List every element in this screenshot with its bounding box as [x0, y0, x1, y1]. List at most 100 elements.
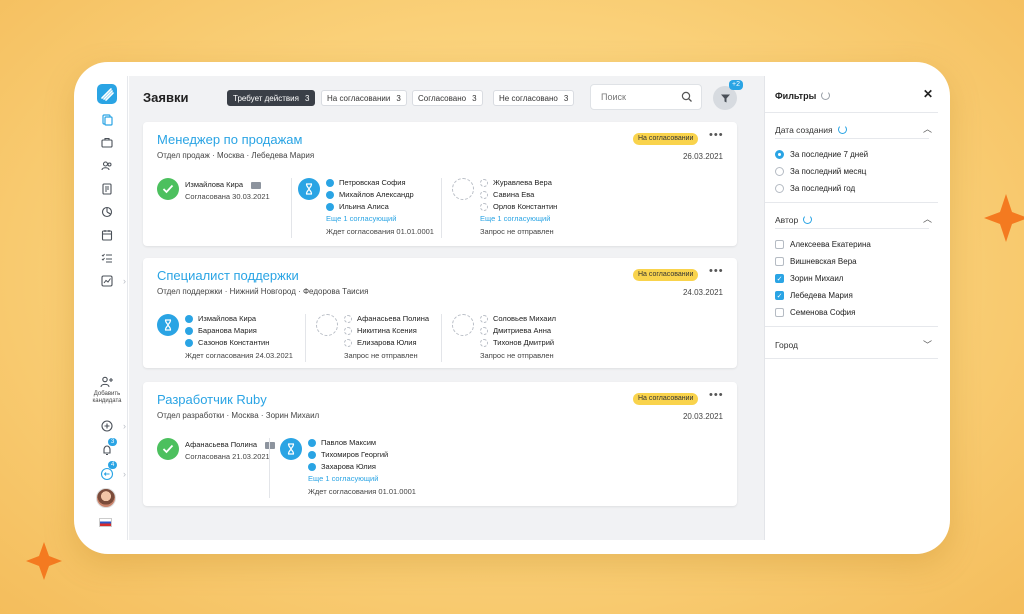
more-approvers-link[interactable]: Еще 1 согласующий: [308, 474, 378, 483]
pending-icon: [316, 314, 338, 336]
tab-requires-action[interactable]: Требует действия 3: [227, 90, 316, 106]
date-section-header[interactable]: Дата создания: [775, 124, 847, 135]
radio-button[interactable]: [775, 167, 784, 176]
approver-name-text: Измайлова Кира: [185, 180, 244, 189]
nav-analytics-icon[interactable]: [86, 202, 128, 222]
more-options-icon[interactable]: •••: [709, 265, 724, 277]
avatar[interactable]: [96, 488, 116, 508]
request-card[interactable]: Разработчик Ruby Отдел разработки · Моск…: [143, 382, 737, 506]
nav-reports-icon[interactable]: ›: [86, 271, 128, 291]
comment-icon[interactable]: [251, 182, 262, 189]
stage-2: Петровская София Михайлов Александр Ильи…: [291, 178, 441, 238]
more-options-icon[interactable]: •••: [709, 389, 724, 401]
tab-count: 3: [563, 93, 569, 103]
hourglass-icon: [308, 438, 316, 447]
option-label: За последний год: [790, 184, 856, 193]
reset-icon[interactable]: [837, 125, 847, 134]
author-option[interactable]: Вишневская Вера: [775, 257, 857, 266]
approver-name-text: Сазонов Константин: [198, 338, 270, 347]
reset-icon[interactable]: [821, 91, 831, 100]
card-title[interactable]: Менеджер по продажам: [157, 132, 302, 147]
nav-documents-icon[interactable]: [86, 179, 128, 199]
chevron-right-icon: ›: [123, 276, 126, 286]
more-approvers-link[interactable]: Еще 1 согласующий: [480, 214, 550, 223]
card-title[interactable]: Специалист поддержки: [157, 268, 299, 283]
nav-candidates-icon[interactable]: [86, 156, 128, 176]
language-flag-icon[interactable]: [99, 518, 112, 527]
tab-approved[interactable]: Согласовано 3: [412, 90, 483, 106]
card-subtitle: Отдел продаж · Москва · Лебедева Мария: [157, 151, 315, 160]
checkbox-checked[interactable]: ✓: [775, 291, 784, 300]
tab-not-approved[interactable]: Не согласовано 3: [493, 90, 575, 106]
approver-name-text: Измайлова Кира: [198, 314, 257, 323]
stage-note: Ждет согласования 01.01.0001: [326, 227, 434, 236]
add-candidate-button[interactable]: Добавить кандидата: [86, 376, 128, 405]
chevron-right-icon: ›: [123, 421, 126, 431]
hourglass-icon: [326, 178, 334, 187]
card-title[interactable]: Разработчик Ruby: [157, 392, 267, 407]
more-approvers-link[interactable]: Еще 1 согласующий: [326, 214, 396, 223]
divider: [765, 112, 938, 113]
search-icon[interactable]: [681, 91, 693, 103]
stage-note: Ждет согласования 24.03.2021: [185, 351, 293, 360]
logo: [97, 84, 117, 104]
checkbox[interactable]: [775, 257, 784, 266]
date-option[interactable]: За последние 7 дней: [775, 150, 868, 159]
radio-button[interactable]: [775, 150, 784, 159]
approver-item: Сазонов Константин: [185, 338, 269, 347]
pending-icon: [344, 326, 352, 335]
approver-name-text: Орлов Константин: [493, 202, 558, 211]
option-label: Зорин Михаил: [790, 274, 844, 283]
request-card[interactable]: Специалист поддержки Отдел поддержки · Н…: [143, 258, 737, 368]
search-input[interactable]: [601, 92, 671, 102]
checkbox[interactable]: [775, 308, 784, 317]
more-options-icon[interactable]: •••: [709, 129, 724, 141]
notifications-bell-icon[interactable]: 3: [86, 438, 128, 460]
date-option[interactable]: За последний год: [775, 184, 855, 193]
hourglass-icon: [326, 202, 334, 211]
checkbox-checked[interactable]: ✓: [775, 274, 784, 283]
close-icon[interactable]: ✕: [923, 87, 933, 101]
author-option[interactable]: ✓ Лебедева Мария: [775, 291, 853, 300]
pending-icon: [480, 190, 488, 199]
chevron-up-icon[interactable]: ︿: [923, 122, 932, 135]
app-frame: › Добавить кандидата › 3 4 › Заявки Треб…: [74, 62, 950, 554]
stage-note: Запрос не отправлен: [480, 351, 554, 360]
chevron-down-icon[interactable]: ﹀: [923, 338, 932, 351]
stage-note: Ждет согласования 01.01.0001: [308, 487, 416, 496]
stage-note: Согласована 30.03.2021: [185, 192, 270, 201]
approver-item: Павлов Максим: [308, 438, 376, 447]
nav-requests-icon[interactable]: [86, 110, 128, 130]
author-option[interactable]: Алексеева Екатерина: [775, 240, 871, 249]
filters-panel: Фильтры ✕ Дата создания ︿ За последние 7…: [764, 76, 938, 540]
request-card[interactable]: Менеджер по продажам Отдел продаж · Моск…: [143, 122, 737, 246]
author-section-header[interactable]: Автор: [775, 214, 813, 225]
author-option[interactable]: Семенова София: [775, 308, 855, 317]
chevron-up-icon[interactable]: ︿: [923, 212, 932, 225]
approver-name-text: Савина Ева: [493, 190, 535, 199]
section-label: Дата создания: [775, 125, 833, 135]
radio-button[interactable]: [775, 184, 784, 193]
messages-icon[interactable]: 4 ›: [86, 461, 128, 484]
city-section-header[interactable]: Город: [775, 340, 798, 350]
status-badge: На согласовании: [633, 269, 699, 281]
hourglass-icon: [185, 338, 193, 347]
decor-star-right: [984, 194, 1024, 242]
checkbox[interactable]: [775, 240, 784, 249]
approver-name-text: Петровская София: [339, 178, 406, 187]
add-circle-icon[interactable]: ›: [86, 416, 128, 436]
search-box: [590, 84, 702, 110]
date-option[interactable]: За последний месяц: [775, 167, 866, 176]
nav-calendar-icon[interactable]: [86, 225, 128, 245]
nav-vacancies-icon[interactable]: [86, 133, 128, 153]
tab-on-approval[interactable]: На согласовании 3: [321, 90, 407, 106]
author-option[interactable]: ✓ Зорин Михаил: [775, 274, 843, 283]
approver-item: Захарова Юлия: [308, 462, 376, 471]
tab-label: Согласовано: [418, 93, 467, 103]
reset-icon[interactable]: [803, 215, 813, 224]
approver-item: Тихомиров Георгий: [308, 450, 388, 459]
card-date: 20.03.2021: [682, 412, 723, 421]
pending-icon: [480, 314, 488, 323]
nav-tasks-icon[interactable]: [86, 248, 128, 268]
tab-label: Требует действия: [233, 93, 299, 103]
